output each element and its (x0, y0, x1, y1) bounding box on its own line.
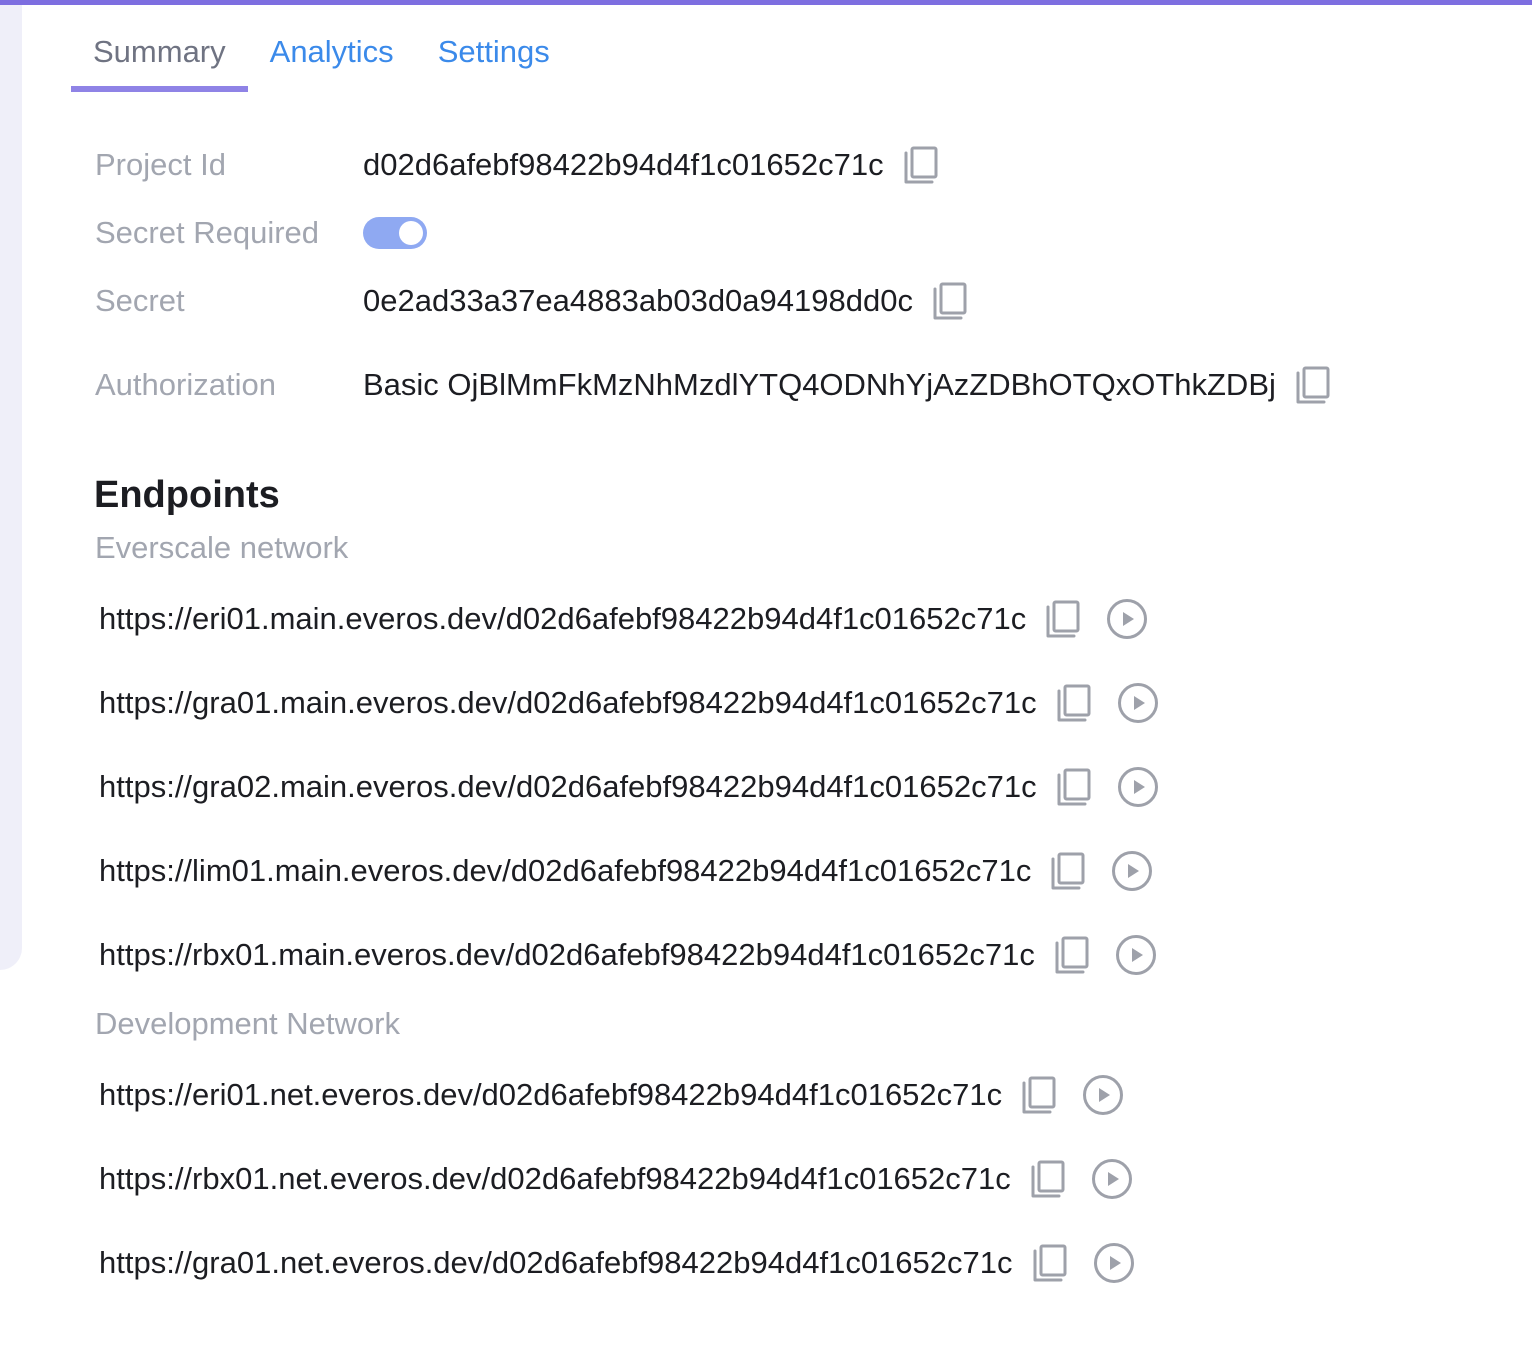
project-id-label: Project Id (95, 147, 226, 182)
play-circle-icon[interactable] (1091, 1158, 1133, 1200)
play-circle-icon[interactable] (1106, 598, 1148, 640)
play-circle-icon[interactable] (1082, 1074, 1124, 1116)
copy-icon[interactable] (1055, 683, 1093, 723)
copy-icon[interactable] (1294, 365, 1332, 405)
copy-icon[interactable] (1031, 1243, 1069, 1283)
endpoint-url: https://lim01.main.everos.dev/d02d6afebf… (99, 853, 1032, 888)
endpoint-row: https://lim01.main.everos.dev/d02d6afebf… (99, 849, 1153, 893)
authorization-label: Authorization (95, 367, 276, 402)
network-title-everscale: Everscale network (95, 530, 349, 565)
project-id-row: Project Id d02d6afebf98422b94d4f1c01652c… (95, 145, 940, 185)
secret-value: 0e2ad33a37ea4883ab03d0a94198dd0c (363, 283, 913, 318)
secret-required-label: Secret Required (95, 215, 320, 250)
endpoint-row: https://gra02.main.everos.dev/d02d6afebf… (99, 765, 1159, 809)
endpoint-url: https://eri01.main.everos.dev/d02d6afebf… (99, 601, 1027, 636)
copy-icon[interactable] (931, 281, 969, 321)
tab-bar: Summary Analytics Settings (71, 28, 572, 92)
secret-label: Secret (95, 283, 185, 318)
secret-required-toggle[interactable] (363, 217, 427, 249)
copy-icon[interactable] (1029, 1159, 1067, 1199)
endpoint-url: https://eri01.net.everos.dev/d02d6afebf9… (99, 1077, 1003, 1112)
copy-icon[interactable] (1049, 851, 1087, 891)
endpoint-row: https://gra01.main.everos.dev/d02d6afebf… (99, 681, 1159, 725)
play-circle-icon[interactable] (1115, 934, 1157, 976)
endpoint-row: https://gra01.net.everos.dev/d02d6afebf9… (99, 1241, 1135, 1285)
endpoint-row: https://eri01.net.everos.dev/d02d6afebf9… (99, 1073, 1124, 1117)
copy-icon[interactable] (1020, 1075, 1058, 1115)
endpoint-url: https://rbx01.main.everos.dev/d02d6afebf… (99, 937, 1035, 972)
authorization-value: Basic OjBlMmFkMzNhMzdlYTQ4ODNhYjAzZDBhOT… (363, 367, 1276, 402)
authorization-row: Authorization Basic OjBlMmFkMzNhMzdlYTQ4… (95, 365, 1332, 405)
tab-settings[interactable]: Settings (416, 28, 572, 92)
copy-icon[interactable] (1055, 767, 1093, 807)
endpoint-url: https://rbx01.net.everos.dev/d02d6afebf9… (99, 1161, 1011, 1196)
play-circle-icon[interactable] (1117, 766, 1159, 808)
endpoint-row: https://eri01.main.everos.dev/d02d6afebf… (99, 597, 1148, 641)
endpoint-url: https://gra01.main.everos.dev/d02d6afebf… (99, 685, 1037, 720)
endpoints-title: Endpoints (94, 474, 280, 516)
top-accent-bar (0, 0, 1532, 5)
play-circle-icon[interactable] (1111, 850, 1153, 892)
secret-required-row: Secret Required (95, 213, 427, 253)
tab-analytics[interactable]: Analytics (248, 28, 416, 92)
copy-icon[interactable] (902, 145, 940, 185)
tab-summary[interactable]: Summary (71, 28, 248, 92)
endpoint-row: https://rbx01.net.everos.dev/d02d6afebf9… (99, 1157, 1133, 1201)
play-circle-icon[interactable] (1117, 682, 1159, 724)
sidebar-panel (0, 5, 22, 970)
endpoint-url: https://gra02.main.everos.dev/d02d6afebf… (99, 769, 1037, 804)
secret-row: Secret 0e2ad33a37ea4883ab03d0a94198dd0c (95, 281, 969, 321)
project-id-value: d02d6afebf98422b94d4f1c01652c71c (363, 147, 884, 182)
copy-icon[interactable] (1053, 935, 1091, 975)
endpoint-row: https://rbx01.main.everos.dev/d02d6afebf… (99, 933, 1157, 977)
copy-icon[interactable] (1044, 599, 1082, 639)
play-circle-icon[interactable] (1093, 1242, 1135, 1284)
endpoint-url: https://gra01.net.everos.dev/d02d6afebf9… (99, 1245, 1013, 1280)
network-title-development: Development Network (95, 1006, 400, 1041)
toggle-knob (399, 221, 423, 245)
